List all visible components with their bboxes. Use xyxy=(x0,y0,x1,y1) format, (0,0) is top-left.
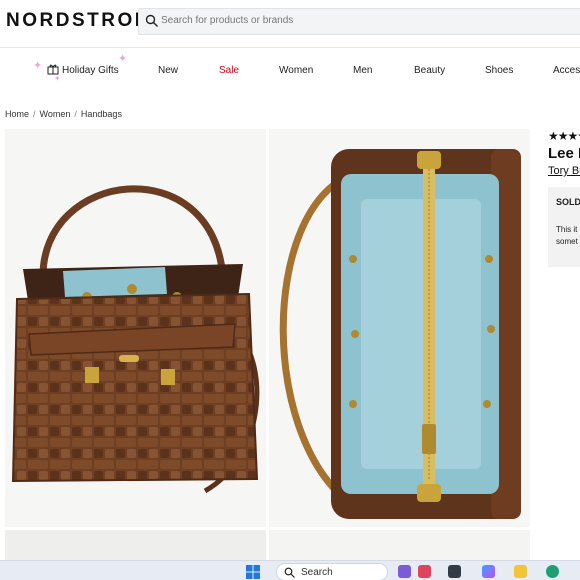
taskbar-folder-icon[interactable] xyxy=(514,565,527,578)
nav-sale[interactable]: Sale xyxy=(219,65,239,76)
search-bar[interactable]: Search for products or brands xyxy=(138,8,580,35)
breadcrumb-women[interactable]: Women xyxy=(40,109,71,119)
sold-out-message-line: This it xyxy=(556,225,578,234)
sold-out-message: This it somet xyxy=(556,224,578,248)
product-image-thumbnail[interactable] xyxy=(269,530,530,560)
windows-taskbar: Search xyxy=(0,560,580,580)
woven-handbag-front-illustration xyxy=(11,185,260,494)
breadcrumb-handbags[interactable]: Handbags xyxy=(81,109,122,119)
category-nav: ✦ ✦ ✦ Holiday Gifts New Sale Women Men B… xyxy=(0,53,580,83)
nav-beauty[interactable]: Beauty xyxy=(414,65,445,76)
handbag-interior-illustration xyxy=(279,149,521,519)
taskbar-app-icon[interactable] xyxy=(448,565,461,578)
taskbar-search-box[interactable]: Search xyxy=(276,563,388,580)
nav-holiday-gifts[interactable]: Holiday Gifts xyxy=(62,65,119,76)
breadcrumb-home[interactable]: Home xyxy=(5,109,29,119)
breadcrumb-separator: / xyxy=(74,109,77,119)
product-title: Lee R xyxy=(548,145,580,162)
product-image-interior[interactable] xyxy=(269,129,530,527)
sold-out-heading: SOLD xyxy=(556,197,580,207)
nav-shoes[interactable]: Shoes xyxy=(485,65,513,76)
taskbar-search-label: Search xyxy=(301,567,333,578)
sold-out-message-line: somet xyxy=(556,237,578,246)
taskbar-app-icon[interactable] xyxy=(418,565,431,578)
taskbar-app-icon[interactable] xyxy=(398,565,411,578)
sparkle-decoration: ✦ xyxy=(118,53,128,65)
sparkle-decoration: ✦ xyxy=(33,60,43,72)
taskbar-search-icon xyxy=(284,567,295,578)
product-image-front[interactable] xyxy=(5,129,266,527)
rating-stars[interactable]: ★★★★★ xyxy=(548,129,580,143)
sold-out-notice: SOLD This it somet xyxy=(548,187,580,267)
sparkle-decoration: ✦ xyxy=(54,74,61,83)
taskbar-edge-icon[interactable] xyxy=(546,565,559,578)
search-icon xyxy=(145,14,158,27)
nordstrom-logo[interactable]: NORDSTROM xyxy=(6,10,153,32)
breadcrumb: Home / Women / Handbags xyxy=(5,109,122,119)
nav-women[interactable]: Women xyxy=(279,65,313,76)
taskbar-copilot-icon[interactable] xyxy=(482,565,495,578)
brand-link[interactable]: Tory Bu xyxy=(548,165,580,177)
product-image-thumbnail[interactable] xyxy=(5,530,266,560)
search-placeholder: Search for products or brands xyxy=(161,15,294,26)
header-divider xyxy=(0,47,580,48)
gift-icon xyxy=(47,64,59,75)
windows-start-icon[interactable] xyxy=(246,565,260,579)
breadcrumb-separator: / xyxy=(33,109,36,119)
nav-men[interactable]: Men xyxy=(353,65,372,76)
nav-accessories[interactable]: Accessories xyxy=(553,65,580,76)
nav-new[interactable]: New xyxy=(158,65,178,76)
